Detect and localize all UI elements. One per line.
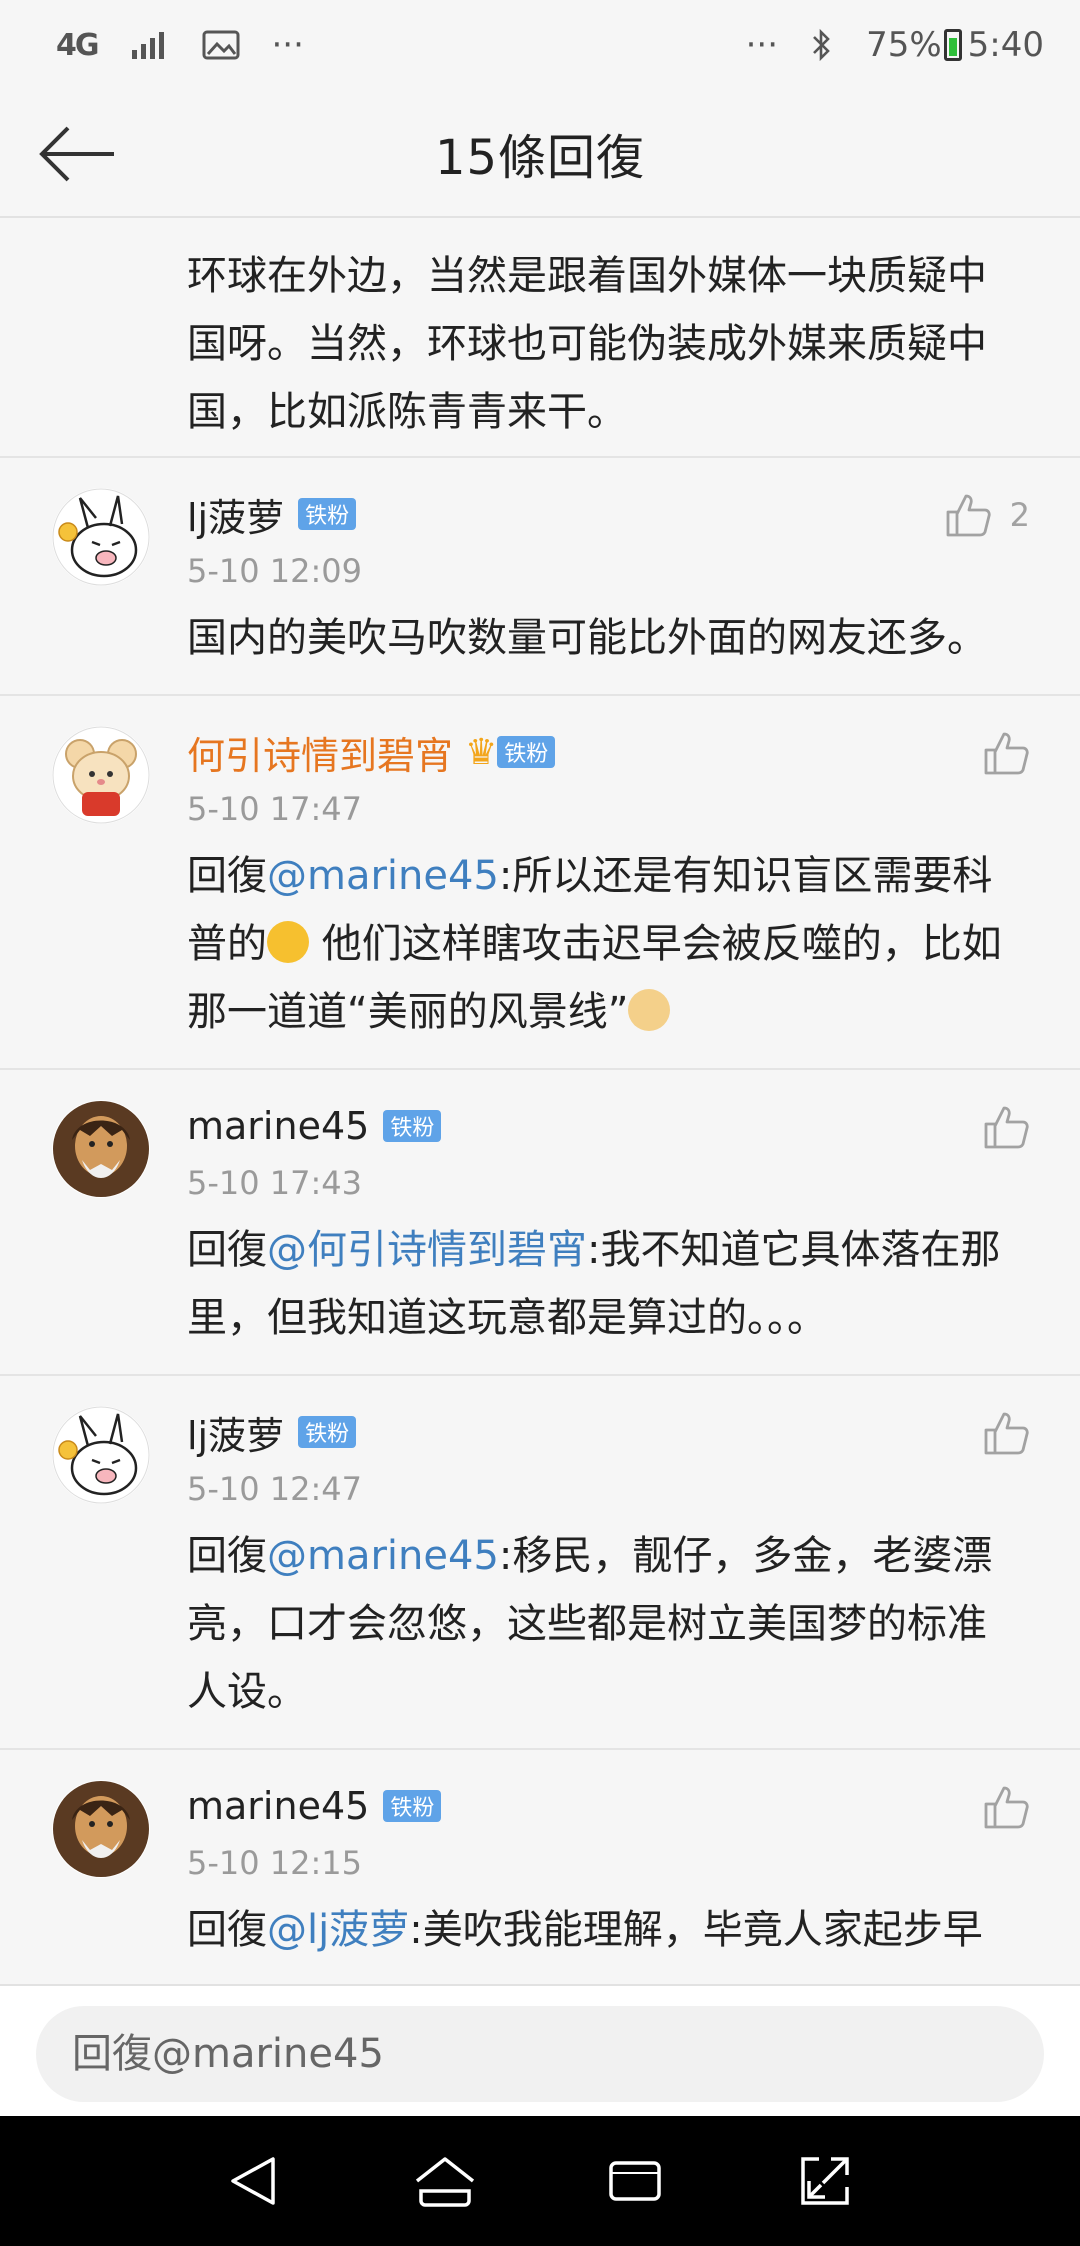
like-button[interactable] (982, 730, 1030, 776)
nav-home-icon (415, 2157, 475, 2207)
name-row: lj菠萝 铁粉 (187, 484, 1024, 544)
more-status-indicator: ··· (745, 25, 779, 65)
replies-list[interactable]: 环球在外边，当然是跟着国外媒体一块质疑中国呀。当然，环球也可能伪装成外媒来质疑中… (0, 218, 1080, 1984)
timestamp: 5-10 17:47 (187, 790, 363, 828)
reply-text: 国内的美吹马吹数量可能比外面的网友还多。 (187, 615, 987, 661)
mention-link[interactable]: @何引诗情到碧宵 (267, 1227, 587, 1273)
fan-badge: 铁粉 (298, 498, 357, 530)
image-icon (202, 30, 239, 60)
grin-emoji-icon (267, 921, 309, 963)
reply-prefix: 回復 (187, 1907, 267, 1953)
reply-input[interactable] (36, 2006, 1044, 2102)
fan-badge: 铁粉 (497, 736, 556, 768)
nav-home-button[interactable] (400, 2136, 490, 2226)
avatar[interactable] (52, 726, 150, 824)
page-title: 15條回復 (434, 130, 646, 186)
mention-link[interactable]: @marine45 (267, 1533, 499, 1579)
reply-text: 回復@lj菠萝:美吹我能理解，毕竟人家起步早 (187, 1890, 1024, 1984)
signal-icon (131, 32, 164, 59)
avatar[interactable] (52, 1100, 150, 1198)
reply-text: 回復@marine45:移民，靓仔，多金，老婆漂亮，口才会忽悠，这些都是树立美国… (187, 1516, 1024, 1746)
thumbs-up-icon (946, 494, 991, 537)
avatar[interactable] (52, 1780, 150, 1878)
nav-back-icon (231, 2157, 275, 2205)
back-button[interactable] (36, 116, 120, 192)
system-nav-bar (0, 2116, 1080, 2246)
timestamp: 5-10 17:43 (187, 1164, 363, 1202)
thumbs-up-icon (984, 732, 1029, 775)
doge-emoji-icon (628, 989, 671, 1031)
battery-icon (943, 29, 962, 61)
username[interactable]: 何引诗情到碧宵 (187, 725, 453, 780)
timestamp: 5-10 12:47 (187, 1470, 363, 1508)
clock: 5:40 (967, 25, 1044, 65)
mention-link[interactable]: @marine45 (267, 853, 499, 899)
thumbs-up-icon (984, 1412, 1029, 1455)
nav-expand-button[interactable] (780, 2136, 870, 2226)
status-left: 4G ··· (56, 25, 304, 65)
battery-group: 75% 5:40 (866, 25, 1044, 65)
avatar[interactable] (52, 488, 150, 586)
expand-icon (801, 2157, 849, 2205)
reply-item[interactable]: marine45 铁粉 5-10 17:43 回復@何引诗情到碧宵:我不知道它具… (0, 1070, 1080, 1376)
status-bar: 4G ··· ··· 75% 5:40 (0, 0, 1080, 90)
reply-prefix: 回復 (187, 1227, 267, 1273)
mention-link[interactable]: @lj菠萝 (267, 1907, 409, 1953)
crown-icon: ♛ (465, 731, 498, 773)
like-button[interactable] (982, 1784, 1030, 1830)
back-arrow-icon (39, 126, 114, 182)
bluetooth-icon (813, 28, 830, 62)
name-row: lj菠萝 铁粉 (187, 1402, 1024, 1462)
app-header: 15條回復 (0, 90, 1080, 218)
reply-text-part: :美吹我能理解，毕竟人家起步早 (409, 1907, 983, 1953)
username[interactable]: marine45 (187, 1104, 369, 1148)
status-right: ··· 75% 5:40 (746, 25, 1044, 65)
nav-back-button[interactable] (210, 2136, 300, 2226)
reply-item[interactable]: lj菠萝 铁粉 5-10 12:47 回復@marine45:移民，靓仔，多金，… (0, 1376, 1080, 1750)
timestamp: 5-10 12:09 (187, 552, 363, 590)
reply-item[interactable]: marine45 铁粉 5-10 12:15 回復@lj菠萝:美吹我能理解，毕竟… (0, 1750, 1080, 1984)
fan-badge: 铁粉 (383, 1790, 442, 1822)
thumbs-up-icon (984, 1106, 1029, 1149)
avatar[interactable] (52, 1406, 150, 1504)
reply-text: 回復@何引诗情到碧宵:我不知道它具体落在那里，但我知道这玩意都是算过的。。。 (187, 1210, 1024, 1372)
timestamp: 5-10 12:15 (187, 1844, 363, 1882)
lead-comment-text: 环球在外边，当然是跟着国外媒体一块质疑中国呀。当然，环球也可能伪装成外媒来质疑中… (0, 218, 1080, 458)
network-type-label: 4G (56, 27, 99, 63)
name-row: 何引诗情到碧宵 ♛ 铁粉 (187, 722, 1024, 782)
nav-recents-button[interactable] (590, 2136, 680, 2226)
like-count: 2 (1009, 496, 1030, 534)
name-row: marine45 铁粉 (187, 1776, 1024, 1836)
thumbs-up-icon (984, 1786, 1029, 1829)
more-notifications-indicator: ··· (271, 25, 304, 65)
reply-item[interactable]: 何引诗情到碧宵 ♛ 铁粉 5-10 17:47 回復@marine45:所以还是… (0, 696, 1080, 1070)
reply-prefix: 回復 (187, 1533, 267, 1579)
reply-text: 回復@marine45:所以还是有知识盲区需要科普的 他们这样瞎攻击迟早会被反噬… (187, 836, 1024, 1066)
fan-badge: 铁粉 (298, 1416, 357, 1448)
like-button[interactable] (982, 1104, 1030, 1150)
fan-badge: 铁粉 (383, 1110, 442, 1142)
name-row: marine45 铁粉 (187, 1096, 1024, 1156)
battery-percent: 75% (866, 25, 942, 65)
reply-text-part: 他们这样瞎攻击迟早会被反噬的，比如那一道道“美丽的风景线” (187, 921, 1002, 1035)
nav-recents-icon (609, 2161, 661, 2201)
reply-bar (0, 1984, 1080, 2116)
username[interactable]: lj菠萝 (187, 487, 284, 542)
username[interactable]: marine45 (187, 1784, 369, 1828)
reply-prefix: 回復 (187, 853, 267, 899)
username[interactable]: lj菠萝 (187, 1405, 284, 1460)
like-button[interactable] (982, 1410, 1030, 1456)
reply-item[interactable]: lj菠萝 铁粉 5-10 12:09 国内的美吹马吹数量可能比外面的网友还多。 … (0, 458, 1080, 696)
like-button[interactable]: 2 (944, 492, 1030, 538)
